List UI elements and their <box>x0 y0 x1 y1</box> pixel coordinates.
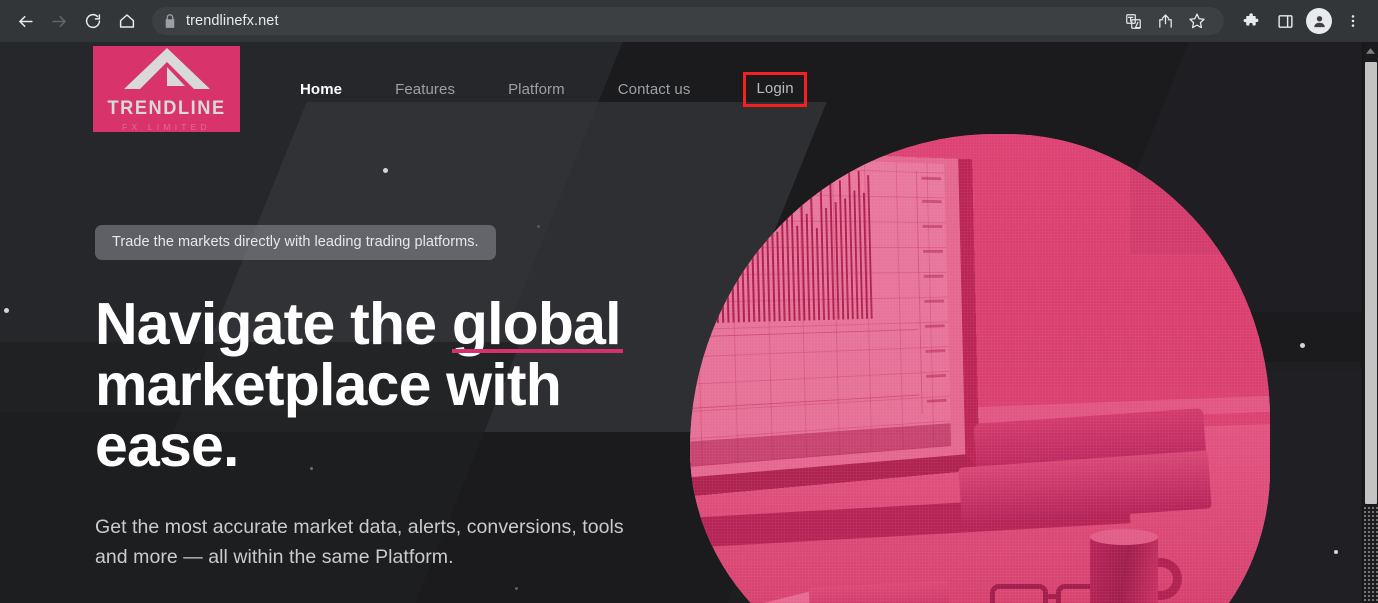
nav-link-login[interactable]: Login <box>743 71 807 107</box>
nav-link-contact-us[interactable]: Contact us <box>618 75 691 104</box>
bookmark-star-icon[interactable] <box>1182 6 1212 36</box>
side-panel-icon[interactable] <box>1270 6 1300 36</box>
back-button[interactable] <box>10 6 40 36</box>
hero-section: Trade the markets directly with leading … <box>95 225 715 572</box>
page-scrollbar[interactable] <box>1362 42 1378 603</box>
hero-image <box>690 134 1270 603</box>
logo-wordmark: TRENDLINE <box>107 98 226 119</box>
three-dot-menu-icon[interactable] <box>1338 6 1368 36</box>
lock-icon <box>164 14 176 28</box>
scrollbar-thumb[interactable] <box>1365 62 1377 504</box>
scrollbar-track[interactable] <box>1363 506 1378 603</box>
hero-badge: Trade the markets directly with leading … <box>95 225 496 260</box>
hero-title-part2: marketplace with ease. <box>95 352 562 479</box>
address-bar[interactable]: trendlinefx.net <box>152 7 1224 35</box>
logo-subtitle: FX LIMITED <box>122 122 211 132</box>
nav-link-home[interactable]: Home <box>300 75 342 104</box>
triangle-mark-icon <box>123 48 210 94</box>
home-button[interactable] <box>112 6 142 36</box>
reload-button[interactable] <box>78 6 108 36</box>
nav-link-platform[interactable]: Platform <box>508 75 565 104</box>
site-header: TRENDLINE FX LIMITED Home Features Platf… <box>0 42 1378 136</box>
browser-toolbar: trendlinefx.net <box>0 0 1378 42</box>
nav-link-features[interactable]: Features <box>395 75 455 104</box>
hero-title-highlight: global <box>451 291 623 357</box>
hero-subtitle: Get the most accurate market data, alert… <box>95 516 624 568</box>
forward-button[interactable] <box>44 6 74 36</box>
extensions-puzzle-icon[interactable] <box>1236 6 1266 36</box>
main-navigation: Home Features Platform Contact us Login <box>300 42 807 136</box>
url-text: trendlinefx.net <box>186 13 279 29</box>
page-viewport: TRENDLINE FX LIMITED Home Features Platf… <box>0 42 1378 603</box>
translate-icon[interactable] <box>1118 6 1148 36</box>
hero-title: Navigate the global marketplace with eas… <box>95 294 715 477</box>
profile-avatar-icon[interactable] <box>1304 6 1334 36</box>
site-logo[interactable]: TRENDLINE FX LIMITED <box>93 46 240 132</box>
share-icon[interactable] <box>1150 6 1180 36</box>
scroll-up-arrow-icon[interactable] <box>1363 42 1378 60</box>
hero-title-part1: Navigate the <box>95 291 452 357</box>
